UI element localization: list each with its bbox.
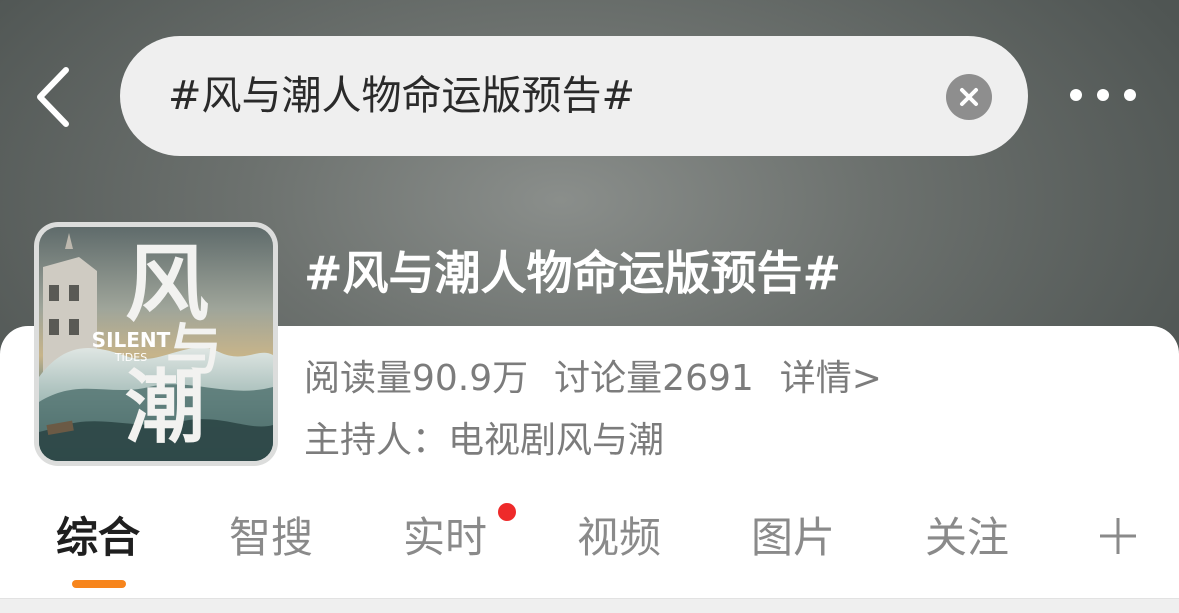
search-bar[interactable]: #风与潮人物命运版预告# xyxy=(120,36,1028,156)
tab-images[interactable]: 图片 xyxy=(751,506,835,570)
add-tab-button[interactable] xyxy=(1098,516,1138,556)
discussion-count: 讨论量2691 xyxy=(554,358,754,399)
poster-graphic: 风 与 潮 SILENT TIDES xyxy=(39,227,273,461)
cover-english-title-2: TIDES xyxy=(114,351,147,364)
topic-stats: 阅读量90.9万 讨论量2691 详情> xyxy=(304,352,908,406)
more-options-button[interactable] xyxy=(1066,80,1140,110)
topic-cover-image[interactable]: 风 与 潮 SILENT TIDES xyxy=(34,222,278,466)
active-tab-indicator xyxy=(72,580,126,588)
new-content-badge xyxy=(498,503,516,521)
chevron-left-icon xyxy=(37,67,69,127)
tab-realtime[interactable]: 实时 xyxy=(403,506,487,570)
read-count: 阅读量90.9万 xyxy=(304,358,529,399)
clear-icon xyxy=(960,88,978,106)
section-divider xyxy=(0,598,1179,613)
tab-following[interactable]: 关注 xyxy=(925,506,1009,570)
tab-comprehensive[interactable]: 综合 xyxy=(56,506,140,570)
more-horizontal-icon xyxy=(1070,89,1136,101)
topic-title: #风与潮人物命运版预告# xyxy=(304,246,842,300)
back-button[interactable] xyxy=(30,62,80,132)
tab-video[interactable]: 视频 xyxy=(577,506,661,570)
topic-host[interactable]: 主持人：电视剧风与潮 xyxy=(304,414,664,468)
details-link[interactable]: 详情> xyxy=(780,358,882,399)
plus-icon xyxy=(1100,518,1136,554)
tab-smart-search[interactable]: 智搜 xyxy=(229,506,313,570)
cover-title-3: 潮 xyxy=(125,361,205,454)
clear-search-button[interactable] xyxy=(946,74,992,120)
cover-artwork: 风 与 潮 SILENT TIDES xyxy=(39,227,273,461)
search-query-text[interactable]: #风与潮人物命运版预告# xyxy=(168,36,635,156)
cover-english-title-1: SILENT xyxy=(92,328,171,352)
